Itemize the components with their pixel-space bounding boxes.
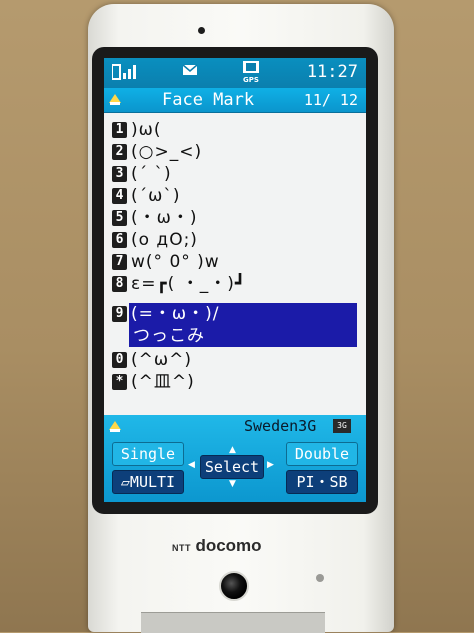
earpiece bbox=[198, 27, 205, 34]
list-item-selected[interactable]: 9 (=・ω・)/ bbox=[104, 303, 366, 325]
network-3g-badge: 3G bbox=[333, 419, 351, 433]
title-bar: Face Mark 11/ 12 bbox=[104, 88, 366, 113]
multi-button[interactable]: ▱MULTI bbox=[112, 470, 184, 494]
page-counter: 11/ 12 bbox=[303, 91, 358, 109]
network-name: Sweden3G bbox=[244, 417, 317, 435]
list-item[interactable]: 0 (^ω^) bbox=[104, 349, 366, 371]
key-badge: 8 bbox=[112, 276, 127, 292]
face-text: (=・ω・)/ bbox=[131, 304, 220, 324]
indicator-light bbox=[316, 574, 324, 582]
single-button[interactable]: Single bbox=[112, 442, 184, 466]
phone-screen: GPS 11:27 Face Mark 11/ 12 1)ω( 2 (○>_<) … bbox=[104, 58, 366, 502]
key-badge: * bbox=[112, 374, 127, 390]
down-arrow-icon: ▼ bbox=[229, 479, 236, 489]
key-badge: 7 bbox=[112, 254, 127, 270]
signal-icon bbox=[111, 63, 138, 85]
face-text: (^ω^) bbox=[131, 350, 192, 370]
face-text: w(° 0° )w bbox=[131, 252, 220, 272]
up-arrow-icon: ▲ bbox=[229, 445, 236, 455]
key-badge: 0 bbox=[112, 352, 127, 368]
list-item[interactable]: * (^皿^) bbox=[104, 371, 366, 393]
face-text: ε=┏( ・_・)┛ bbox=[131, 274, 247, 294]
app-icon bbox=[107, 418, 123, 434]
face-text: (^皿^) bbox=[131, 372, 195, 392]
select-button[interactable]: Select bbox=[200, 455, 264, 479]
camera-lens bbox=[219, 571, 249, 601]
list-item[interactable]: 6 (o дO;) bbox=[104, 229, 366, 251]
list-item[interactable]: 4 (´ω`) bbox=[104, 185, 366, 207]
face-text: (´ω`) bbox=[131, 186, 181, 206]
left-arrow-icon: ◀ bbox=[188, 460, 195, 470]
page-title: Face Mark bbox=[162, 90, 255, 110]
gps-icon: GPS bbox=[242, 61, 260, 89]
mail-icon bbox=[182, 63, 198, 81]
list-item[interactable]: 3 (´ `) bbox=[104, 163, 366, 185]
face-text: )ω( bbox=[131, 120, 162, 140]
key-badge: 6 bbox=[112, 232, 127, 248]
face-text: (・ω・) bbox=[131, 208, 198, 228]
gps-label: GPS bbox=[243, 76, 259, 84]
app-icon bbox=[107, 91, 123, 107]
key-badge: 3 bbox=[112, 166, 127, 182]
face-text: (○>_<) bbox=[131, 142, 203, 162]
key-badge: 4 bbox=[112, 188, 127, 204]
clock: 11:27 bbox=[306, 62, 358, 82]
face-text: (´ `) bbox=[131, 164, 172, 184]
selected-item-description: つっこみ bbox=[133, 326, 205, 346]
key-badge: 2 bbox=[112, 144, 127, 160]
key-badge: 1 bbox=[112, 122, 127, 138]
pi-sb-button[interactable]: PI・SB bbox=[286, 470, 358, 494]
double-button[interactable]: Double bbox=[286, 442, 358, 466]
list-item[interactable]: 5 (・ω・) bbox=[104, 207, 366, 229]
right-arrow-icon: ▶ bbox=[267, 460, 274, 470]
dpad-select[interactable]: ▲ ◀ Select ▶ ▼ bbox=[188, 445, 278, 489]
list-item[interactable]: 2 (○>_<) bbox=[104, 141, 366, 163]
softkey-bar: Sweden3G 3G Single ▱MULTI ▲ ◀ Select ▶ ▼… bbox=[104, 415, 366, 502]
key-badge: 9 bbox=[112, 306, 127, 322]
face-text: (o дO;) bbox=[131, 230, 198, 250]
docomo-logo: NTT docomo bbox=[172, 536, 262, 555]
hinge bbox=[141, 612, 325, 633]
list-item[interactable]: 7 w(° 0° )w bbox=[104, 251, 366, 273]
list-item[interactable]: 8 ε=┏( ・_・)┛ bbox=[104, 273, 366, 295]
key-badge: 5 bbox=[112, 210, 127, 226]
status-bar: GPS 11:27 bbox=[104, 58, 366, 88]
list-item[interactable]: 1)ω( bbox=[104, 119, 366, 141]
